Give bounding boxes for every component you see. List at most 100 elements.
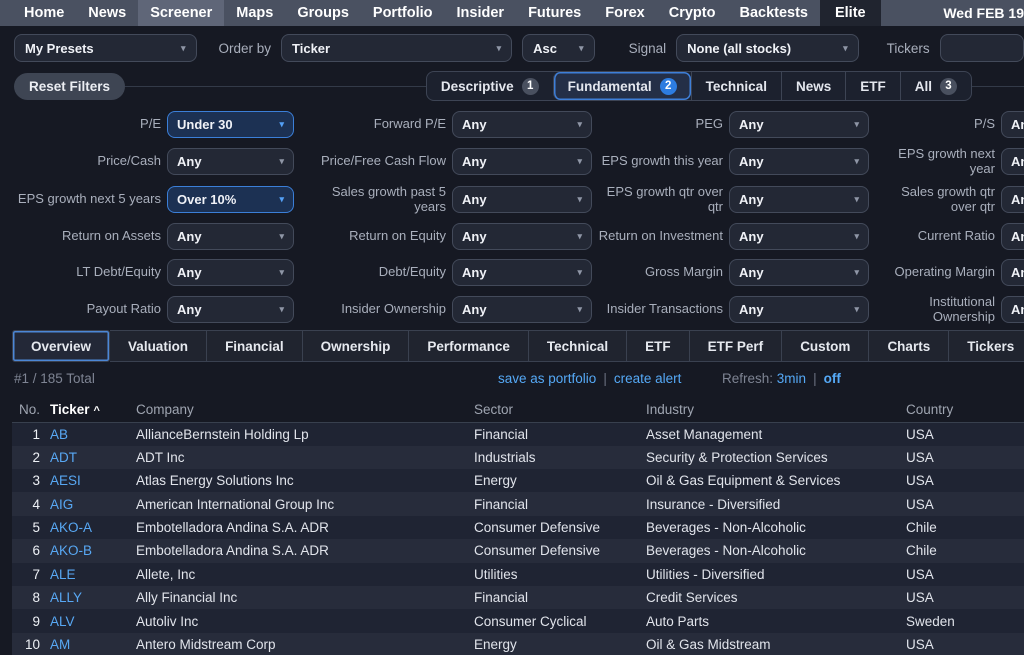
filter-select-price-fcf[interactable]: Any▾ <box>452 148 592 175</box>
filter-select-forward-pe[interactable]: Any▾ <box>452 111 592 138</box>
filter-select-eps-next-year[interactable]: Any▾ <box>1001 148 1024 175</box>
table-row[interactable]: 9 ALV Autoliv Inc Consumer Cyclical Auto… <box>12 609 1024 632</box>
row-number: 3 <box>12 469 50 492</box>
nav-item-futures[interactable]: Futures <box>516 0 593 26</box>
table-row[interactable]: 2 ADT ADT Inc Industrials Security & Pro… <box>12 446 1024 469</box>
status-bar: #1 / 185 Total save as portfolio|create … <box>0 362 1024 394</box>
nav-item-crypto[interactable]: Crypto <box>657 0 728 26</box>
filter-select-eps-qoq[interactable]: Any▾ <box>729 186 869 213</box>
nav-item-home[interactable]: Home <box>12 0 76 26</box>
save-as-portfolio-link[interactable]: save as portfolio <box>498 371 596 386</box>
header-country[interactable]: Country <box>906 396 1024 422</box>
filter-select-current-ratio[interactable]: Any▾ <box>1001 223 1024 250</box>
ticker-link[interactable]: ALLY <box>50 590 82 605</box>
filter-select-eps-next-5y[interactable]: Over 10%▾ <box>167 186 294 213</box>
refresh-off-link[interactable]: off <box>824 371 841 386</box>
view-tab-etf[interactable]: ETF <box>627 330 690 362</box>
table-row[interactable]: 1 AB AllianceBernstein Holding Lp Financ… <box>12 422 1024 445</box>
filter-label: PEG <box>598 117 723 132</box>
presets-select[interactable]: My Presets ▾ <box>14 34 197 62</box>
ticker-link[interactable]: AKO-A <box>50 520 92 535</box>
view-tab-valuation[interactable]: Valuation <box>110 330 207 362</box>
filter-select-sales-past-5y[interactable]: Any▾ <box>452 186 592 213</box>
filter-value: Under 30 <box>177 117 233 132</box>
create-alert-link[interactable]: create alert <box>614 371 682 386</box>
nav-item-screener[interactable]: Screener <box>138 0 224 26</box>
view-tab-tickers[interactable]: Tickers <box>949 330 1024 362</box>
ticker-link[interactable]: AESI <box>50 473 81 488</box>
view-tab-etf-perf[interactable]: ETF Perf <box>690 330 783 362</box>
nav-item-forex[interactable]: Forex <box>593 0 657 26</box>
nav-item-insider[interactable]: Insider <box>445 0 517 26</box>
ticker-link[interactable]: ADT <box>50 450 77 465</box>
ticker-link[interactable]: AB <box>50 427 68 442</box>
nav-item-backtests[interactable]: Backtests <box>727 0 820 26</box>
filter-select-eps-this-year[interactable]: Any▾ <box>729 148 869 175</box>
ticker-link[interactable]: AM <box>50 637 70 652</box>
filter-select-lt-debt-equity[interactable]: Any▾ <box>167 259 294 286</box>
view-tab-overview[interactable]: Overview <box>12 330 110 362</box>
filter-select-peg[interactable]: Any▾ <box>729 111 869 138</box>
table-row[interactable]: 5 AKO-A Embotelladora Andina S.A. ADR Co… <box>12 516 1024 539</box>
view-tab-financial[interactable]: Financial <box>207 330 303 362</box>
filter-select-roa[interactable]: Any▾ <box>167 223 294 250</box>
filter-select-insider-transactions[interactable]: Any▾ <box>729 296 869 323</box>
filter-select-payout-ratio[interactable]: Any▾ <box>167 296 294 323</box>
header-sector[interactable]: Sector <box>474 396 646 422</box>
refresh-interval-link[interactable]: 3min <box>777 371 806 386</box>
table-row[interactable]: 8 ALLY Ally Financial Inc Financial Cred… <box>12 586 1024 609</box>
row-number: 9 <box>12 609 50 632</box>
nav-item-portfolio[interactable]: Portfolio <box>361 0 445 26</box>
tab-descriptive[interactable]: Descriptive 1 <box>427 72 553 100</box>
tab-all[interactable]: All 3 <box>900 72 971 100</box>
table-row[interactable]: 10 AM Antero Midstream Corp Energy Oil &… <box>12 633 1024 655</box>
header-no[interactable]: No. <box>12 396 50 422</box>
view-tab-performance[interactable]: Performance <box>409 330 529 362</box>
country-cell: Chile <box>906 539 1024 562</box>
ticker-link[interactable]: AIG <box>50 497 73 512</box>
tab-label: Fundamental <box>568 79 652 94</box>
industry-cell: Utilities - Diversified <box>646 563 906 586</box>
filter-select-sales-qoq[interactable]: Any▾ <box>1001 186 1024 213</box>
filter-select-insider-ownership[interactable]: Any▾ <box>452 296 592 323</box>
filter-select-institutional-ownership[interactable]: Any▾ <box>1001 296 1024 323</box>
ticker-link[interactable]: ALV <box>50 614 75 629</box>
reset-filters-button[interactable]: Reset Filters <box>14 73 125 100</box>
view-tab-custom[interactable]: Custom <box>782 330 869 362</box>
filter-select-roi[interactable]: Any▾ <box>729 223 869 250</box>
filter-select-debt-equity[interactable]: Any▾ <box>452 259 592 286</box>
table-row[interactable]: 7 ALE Allete, Inc Utilities Utilities - … <box>12 563 1024 586</box>
filter-select-price-cash[interactable]: Any▾ <box>167 148 294 175</box>
tab-technical[interactable]: Technical <box>691 72 781 100</box>
table-row[interactable]: 3 AESI Atlas Energy Solutions Inc Energy… <box>12 469 1024 492</box>
view-tab-charts[interactable]: Charts <box>869 330 949 362</box>
chevron-down-icon: ▾ <box>577 194 582 205</box>
ticker-link[interactable]: ALE <box>50 567 76 582</box>
header-company[interactable]: Company <box>136 396 474 422</box>
country-cell: Sweden <box>906 609 1024 632</box>
nav-item-elite[interactable]: Elite <box>820 0 881 26</box>
filter-select-ps[interactable]: Any▾ <box>1001 111 1024 138</box>
ticker-link[interactable]: AKO-B <box>50 543 92 558</box>
sort-direction-select[interactable]: Asc ▾ <box>522 34 594 62</box>
view-tab-ownership[interactable]: Ownership <box>303 330 410 362</box>
tickers-input[interactable] <box>940 34 1024 62</box>
view-tab-technical[interactable]: Technical <box>529 330 627 362</box>
header-industry[interactable]: Industry <box>646 396 906 422</box>
header-ticker[interactable]: Ticker^ <box>50 396 136 422</box>
filter-select-pe[interactable]: Under 30▾ <box>167 111 294 138</box>
tab-news[interactable]: News <box>781 72 845 100</box>
filter-select-roe[interactable]: Any▾ <box>452 223 592 250</box>
nav-item-news[interactable]: News <box>76 0 138 26</box>
nav-item-groups[interactable]: Groups <box>285 0 361 26</box>
table-row[interactable]: 4 AIG American International Group Inc F… <box>12 492 1024 515</box>
order-by-select[interactable]: Ticker ▾ <box>281 34 512 62</box>
tab-fundamental[interactable]: Fundamental 2 <box>553 72 691 100</box>
company-cell: ADT Inc <box>136 446 474 469</box>
signal-select[interactable]: None (all stocks) ▾ <box>676 34 859 62</box>
table-row[interactable]: 6 AKO-B Embotelladora Andina S.A. ADR Co… <box>12 539 1024 562</box>
nav-item-maps[interactable]: Maps <box>224 0 285 26</box>
filter-select-operating-margin[interactable]: Any▾ <box>1001 259 1024 286</box>
filter-select-gross-margin[interactable]: Any▾ <box>729 259 869 286</box>
tab-etf[interactable]: ETF <box>845 72 900 100</box>
